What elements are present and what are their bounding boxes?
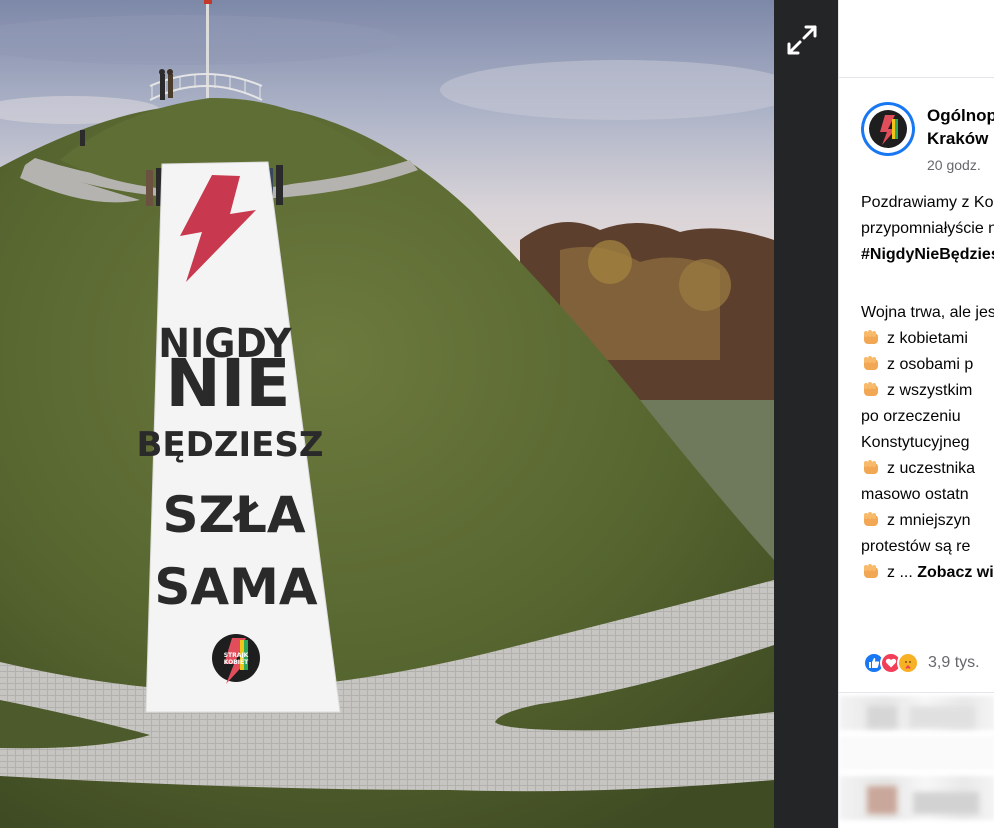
logo-text-kobiet: KOBIET [224,659,249,666]
post-text-line: przypomniałyście nam [861,220,994,237]
blurred-comment-avatar [867,706,897,728]
blurred-comment-row [839,736,994,770]
reaction-count[interactable]: 3,9 tys. [928,654,980,672]
post-list-item-text: z wszystkim [887,382,973,399]
raised-fist-icon [861,353,881,373]
page-avatar[interactable] [861,102,915,156]
post-text-line: Wojna trwa, ale jesteśmy razem [861,304,994,321]
raised-fist-icon [861,509,881,529]
post-list-item: z kobietami [861,326,994,352]
post-list-item-text: z uczestnika [887,460,976,477]
care-icon [897,652,919,674]
page-name-line2[interactable]: Kraków [927,127,994,150]
panel-top-bar [839,0,994,78]
raised-fist-icon [861,327,881,347]
post-list-item-text: z osobami p [887,356,974,373]
logo-text-strajk: STRAJK [224,652,249,659]
post-text-line: Pozdrawiamy z Kopca Kościuszki [861,194,994,211]
banner-line-bedziesz: BĘDZIESZ [136,425,323,465]
post-text-line: protestów są re [861,538,971,555]
photo-scene: NIGDY NIE BĘDZIESZ SZŁA SAMA STRAJK KOBI… [0,0,774,828]
post-text: Pozdrawiamy z Kopca Kościuszki przypomni… [861,190,994,586]
post-header: Ogólnopolski Strajk Kobiet Kraków 20 god… [861,100,994,173]
viewer-controls [774,0,838,828]
post-text-line: po orzeczeniu [861,408,961,425]
hashtag-link[interactable]: #NigdyNieBędzieszSzłaSama [861,242,994,268]
post-timestamp[interactable]: 20 godz. [927,157,981,173]
comments-divider [839,692,994,693]
post-list-item: z ... Zobacz więcej [861,560,994,586]
banner-line-szla: SZŁA [162,486,305,544]
post-list-item: z osobami p [861,352,994,378]
banner-line-sama: SAMA [154,558,317,616]
banner-line-nie: NIE [166,345,291,422]
raised-fist-icon [861,561,881,581]
post-list-item: z uczestnika [861,456,994,482]
page-name-link[interactable]: Ogólnopolski Strajk Kobiet Kraków [927,104,994,150]
raised-fist-icon [861,457,881,477]
raised-fist-icon [861,379,881,399]
see-more-link[interactable]: Zobacz więcej [917,564,994,581]
post-sidebar: Ogólnopolski Strajk Kobiet Kraków 20 god… [838,0,994,828]
post-list-item-text: z ... [887,564,913,581]
blurred-comment-text [909,706,975,728]
blurred-comment-text [913,792,979,814]
page-name-line1[interactable]: Ogólnopolski Strajk Kobiet [927,104,994,127]
expand-arrows-icon[interactable] [782,20,822,60]
post-list-item: z mniejszyn [861,508,994,534]
post-list-item-text: z mniejszyn [887,512,971,529]
post-list-item: z wszystkim [861,378,994,404]
post-photo[interactable]: NIGDY NIE BĘDZIESZ SZŁA SAMA STRAJK KOBI… [0,0,774,828]
strajk-kobiet-avatar-icon [869,110,907,148]
post-text-line: Konstytucyjneg [861,434,970,451]
post-list-item-text: z kobietami [887,330,968,347]
blurred-comment-avatar [867,786,897,814]
post-text-line: masowo ostatn [861,486,969,503]
reactions-summary[interactable]: 3,9 tys. [863,651,980,675]
